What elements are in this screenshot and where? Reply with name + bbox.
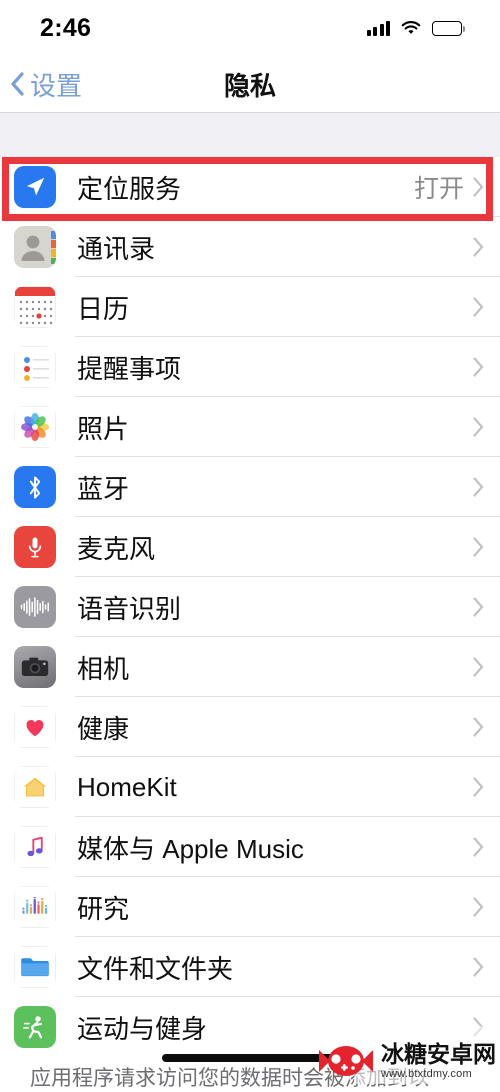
list-item-accessory <box>473 537 500 557</box>
health-heart-icon <box>14 706 56 748</box>
microphone-icon <box>14 526 56 568</box>
list-item[interactable]: 研究 <box>0 877 500 937</box>
list-item-label: 通讯录 <box>77 233 156 264</box>
list-item[interactable]: 定位服务 打开 <box>0 157 500 217</box>
list-item-accessory <box>473 777 500 797</box>
list-item[interactable]: 蓝牙 <box>0 457 500 517</box>
list-item-accessory <box>473 957 500 977</box>
back-button[interactable]: 设置 <box>0 66 82 103</box>
candy-gamepad-logo-icon <box>317 1040 375 1082</box>
list-item-accessory <box>473 897 500 917</box>
status-bar-indicators <box>366 20 466 36</box>
list-item-label: 健康 <box>77 713 130 744</box>
privacy-settings-list: 定位服务 打开 通讯录 日历 提醒事项 照片 蓝牙 麦克风 语音识别 相机 健康… <box>0 157 500 1057</box>
list-item-label: 日历 <box>77 293 130 324</box>
list-item-accessory <box>473 657 500 677</box>
list-item[interactable]: 通讯录 <box>0 217 500 277</box>
list-item-label: 运动与健身 <box>77 1013 208 1044</box>
list-item-accessory <box>473 477 500 497</box>
battery-icon <box>432 20 466 36</box>
list-item[interactable]: 照片 <box>0 397 500 457</box>
list-item-accessory: 打开 <box>414 169 500 205</box>
list-item[interactable]: HomeKit <box>0 757 500 817</box>
camera-icon <box>14 646 56 688</box>
list-item-accessory <box>473 717 500 737</box>
list-item[interactable]: 麦克风 <box>0 517 500 577</box>
chevron-right-icon <box>473 897 484 917</box>
research-bars-icon <box>14 886 56 928</box>
list-item-accessory <box>473 297 500 317</box>
status-bar: 2:46 <box>0 0 500 56</box>
calendar-icon <box>14 286 56 328</box>
list-item[interactable]: 文件和文件夹 <box>0 937 500 997</box>
list-item-label: 提醒事项 <box>77 353 182 384</box>
wifi-icon <box>400 20 422 36</box>
list-item-label: 麦克风 <box>77 533 156 564</box>
chevron-right-icon <box>473 417 484 437</box>
watermark-url: www.btxtdmy.com <box>381 1067 472 1080</box>
running-person-icon <box>14 1006 56 1048</box>
status-bar-time: 2:46 <box>40 13 92 42</box>
location-arrow-icon <box>14 166 56 208</box>
list-item[interactable]: 相机 <box>0 637 500 697</box>
chevron-right-icon <box>473 957 484 977</box>
back-button-label: 设置 <box>30 70 83 101</box>
list-item-label: 语音识别 <box>77 593 182 624</box>
list-item[interactable]: 提醒事项 <box>0 337 500 397</box>
list-item[interactable]: 媒体与 Apple Music <box>0 817 500 877</box>
list-item-label: 文件和文件夹 <box>77 953 234 984</box>
reminders-icon <box>14 346 56 388</box>
list-item[interactable]: 语音识别 <box>0 577 500 637</box>
photos-icon <box>14 406 56 448</box>
chevron-right-icon <box>473 597 484 617</box>
chevron-right-icon <box>473 237 484 257</box>
chevron-right-icon <box>473 717 484 737</box>
cellular-signal-icon <box>366 20 390 36</box>
chevron-right-icon <box>473 537 484 557</box>
list-item-label: 相机 <box>77 653 130 684</box>
chevron-right-icon <box>473 177 484 197</box>
chevron-right-icon <box>473 477 484 497</box>
chevron-left-icon <box>10 72 25 96</box>
site-watermark: 冰糖安卓网 www.btxtdmy.com <box>317 1040 496 1082</box>
list-group-spacer <box>0 113 500 157</box>
list-item-value: 打开 <box>413 175 464 203</box>
list-item-label: 研究 <box>77 893 130 924</box>
navigation-bar: 设置 隐私 <box>0 56 500 113</box>
list-item-accessory <box>473 417 500 437</box>
chevron-right-icon <box>473 297 484 317</box>
contacts-icon <box>14 226 56 268</box>
chevron-right-icon <box>473 837 484 857</box>
chevron-right-icon <box>473 777 484 797</box>
list-item-accessory <box>473 837 500 857</box>
list-item-accessory <box>473 597 500 617</box>
home-icon <box>14 766 56 808</box>
list-item-label: 定位服务 <box>77 173 182 204</box>
list-item-label: HomeKit <box>77 771 177 802</box>
list-item-label: 蓝牙 <box>77 473 130 504</box>
watermark-title: 冰糖安卓网 <box>381 1040 496 1067</box>
chevron-right-icon <box>473 357 484 377</box>
list-item-label: 照片 <box>77 413 130 444</box>
list-item[interactable]: 健康 <box>0 697 500 757</box>
list-item[interactable]: 日历 <box>0 277 500 337</box>
folder-icon <box>14 946 56 988</box>
list-item-label: 媒体与 Apple Music <box>77 833 304 864</box>
music-note-icon <box>14 826 56 868</box>
chevron-right-icon <box>473 657 484 677</box>
list-item-accessory <box>473 237 500 257</box>
list-item-accessory <box>473 357 500 377</box>
home-indicator[interactable] <box>162 1054 338 1062</box>
bluetooth-icon <box>14 466 56 508</box>
speech-waveform-icon <box>14 586 56 628</box>
